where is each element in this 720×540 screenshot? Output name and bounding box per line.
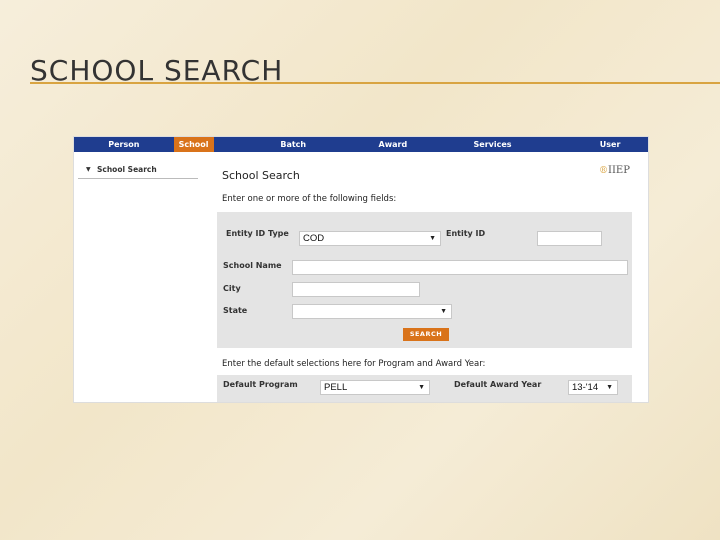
- entity-id-label: Entity ID: [446, 229, 486, 238]
- logo-text: IIEP: [608, 165, 630, 176]
- search-form-panel: Entity ID Type COD ▼ Entity ID School Na…: [217, 212, 632, 348]
- entity-id-type-value: COD: [303, 233, 325, 244]
- default-program-label: Default Program: [223, 380, 298, 389]
- state-label: State: [223, 306, 248, 315]
- top-nav: Person School Batch Award Services User: [74, 137, 648, 152]
- entity-id-type-select[interactable]: COD ▼: [299, 231, 441, 246]
- chevron-down-icon: ▼: [418, 384, 425, 391]
- chevron-down-icon: ▼: [606, 384, 613, 391]
- defaults-instruction-text: Enter the default selections here for Pr…: [222, 359, 486, 369]
- sidebar-item-label: School Search: [97, 165, 157, 174]
- chevron-down-icon: ▼: [429, 235, 436, 242]
- state-select[interactable]: ▼: [292, 304, 452, 319]
- page-title: School Search: [222, 169, 300, 182]
- entity-id-input[interactable]: [537, 231, 602, 246]
- nav-person[interactable]: Person: [74, 137, 174, 152]
- city-input[interactable]: [292, 282, 420, 297]
- school-name-label: School Name: [223, 261, 282, 270]
- sidebar-item-school-search[interactable]: ▼ School Search: [78, 164, 198, 179]
- entity-id-type-label: Entity ID Type: [226, 229, 289, 238]
- nav-award[interactable]: Award: [373, 137, 413, 152]
- default-award-year-label: Default Award Year: [454, 380, 542, 389]
- nav-school[interactable]: School: [173, 137, 214, 152]
- chevron-down-icon: ▼: [440, 308, 447, 315]
- app-screenshot: Person School Batch Award Services User …: [73, 136, 649, 403]
- nav-batch[interactable]: Batch: [214, 137, 373, 152]
- defaults-panel: Default Program PELL ▼ Default Award Yea…: [217, 375, 632, 402]
- logo-mark-icon: ®: [599, 166, 608, 176]
- school-name-input[interactable]: [292, 260, 628, 275]
- title-underline: [30, 82, 720, 84]
- nav-user[interactable]: User: [572, 137, 648, 152]
- default-award-year-select[interactable]: 13-'14 ▼: [568, 380, 618, 395]
- logo: ®IIEP: [599, 165, 631, 181]
- instruction-text: Enter one or more of the following field…: [222, 194, 397, 204]
- default-program-value: PELL: [324, 382, 348, 393]
- default-program-select[interactable]: PELL ▼: [320, 380, 430, 395]
- nav-services[interactable]: Services: [413, 137, 572, 152]
- city-label: City: [223, 284, 241, 293]
- search-button[interactable]: SEARCH: [403, 328, 449, 341]
- triangle-down-icon: ▼: [86, 166, 91, 173]
- default-award-year-value: 13-'14: [572, 382, 599, 393]
